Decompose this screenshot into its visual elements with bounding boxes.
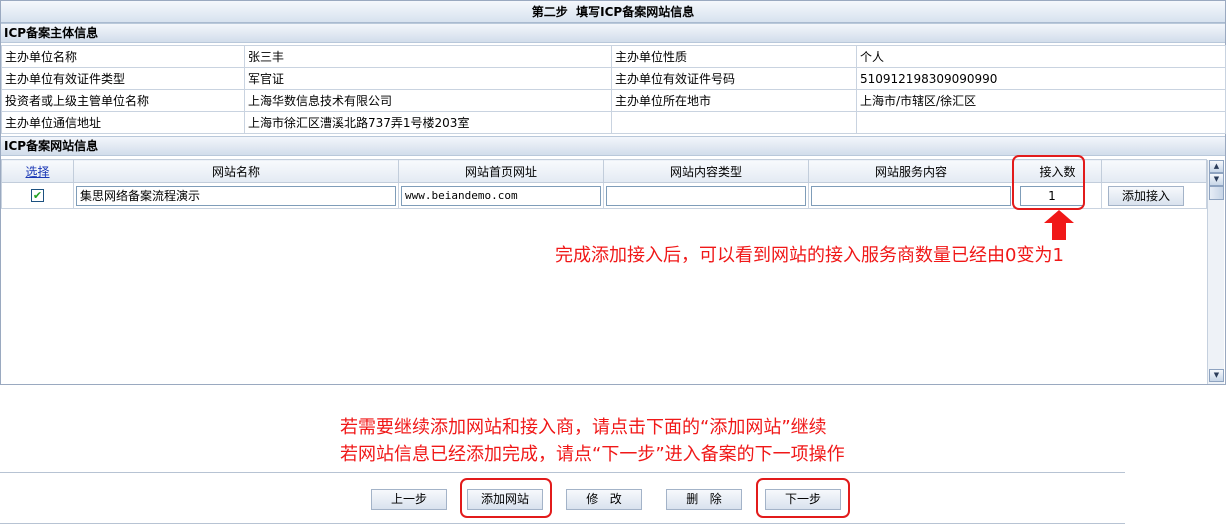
subject-value: 510912198309090990 — [856, 67, 1226, 90]
content-type-field[interactable] — [606, 185, 806, 206]
action-cell: 添加接入 — [1101, 182, 1207, 209]
subject-value: 个人 — [856, 45, 1226, 68]
service-cell — [808, 182, 1014, 209]
access-count-highlight — [1012, 155, 1085, 210]
scroll-down-small-icon[interactable]: ▼ — [1209, 173, 1224, 186]
subject-label — [611, 111, 857, 134]
subject-value: 军官证 — [244, 67, 612, 90]
site-list-scrollbar[interactable]: ▲ ▼ ▼ — [1207, 160, 1224, 384]
table-row: 主办单位名称 张三丰 主办单位性质 个人 — [1, 45, 1226, 68]
subject-label: 主办单位有效证件号码 — [611, 67, 857, 90]
continue-note-line2: 若网站信息已经添加完成，请点“下一步”进入备案的下一项操作 — [340, 444, 845, 465]
site-url-column-header: 网站首页网址 — [398, 159, 604, 183]
delete-button[interactable]: 删 除 — [666, 489, 742, 510]
content-type-cell — [603, 182, 809, 209]
up-arrow-icon — [1044, 210, 1074, 240]
access-note: 完成添加接入后，可以看到网站的接入服务商数量已经由0变为1 — [555, 245, 1064, 266]
table-row: 投资者或上级主管单位名称 上海华数信息技术有限公司 主办单位所在地市 上海市/市… — [1, 89, 1226, 112]
step-title: 第二步 填写ICP备案网站信息 — [1, 1, 1225, 23]
subject-value: 上海华数信息技术有限公司 — [244, 89, 612, 112]
site-name-field[interactable]: 集思网络备案流程演示 — [76, 185, 396, 206]
table-row: 主办单位通信地址 上海市徐汇区漕溪北路737弄1号楼203室 — [1, 111, 1226, 134]
select-cell: ✔ — [1, 182, 74, 209]
subject-value: 张三丰 — [244, 45, 612, 68]
next-step-highlight — [756, 478, 850, 518]
subject-value: 上海市徐汇区漕溪北路737弄1号楼203室 — [244, 111, 612, 134]
site-url-field[interactable]: www.beiandemo.com — [401, 185, 601, 206]
subject-label: 主办单位性质 — [611, 45, 857, 68]
subject-label: 主办单位有效证件类型 — [1, 67, 245, 90]
add-site-highlight — [460, 478, 552, 518]
select-column-header[interactable]: 选择 — [1, 159, 74, 183]
select-all-link[interactable]: 选择 — [25, 165, 49, 179]
modify-button[interactable]: 修 改 — [566, 489, 642, 510]
content-type-column-header: 网站内容类型 — [603, 159, 809, 183]
service-column-header: 网站服务内容 — [808, 159, 1014, 183]
subject-section-header: ICP备案主体信息 — [1, 23, 1225, 43]
site-url-cell: www.beiandemo.com — [398, 182, 604, 209]
scroll-up-icon[interactable]: ▲ — [1209, 160, 1224, 173]
site-name-cell: 集思网络备案流程演示 — [73, 182, 399, 209]
table-row: 主办单位有效证件类型 军官证 主办单位有效证件号码 51091219830909… — [1, 67, 1226, 90]
site-section-header: ICP备案网站信息 — [1, 136, 1225, 156]
subject-value — [856, 111, 1226, 134]
scroll-down-icon[interactable]: ▼ — [1209, 369, 1224, 382]
prev-step-button[interactable]: 上一步 — [371, 489, 447, 510]
action-column-header — [1101, 159, 1207, 183]
subject-label: 主办单位所在地市 — [611, 89, 857, 112]
scroll-thumb[interactable] — [1209, 186, 1224, 200]
site-name-column-header: 网站名称 — [73, 159, 399, 183]
continue-note-line1: 若需要继续添加网站和接入商，请点击下面的“添加网站”继续 — [340, 417, 827, 438]
subject-label: 主办单位通信地址 — [1, 111, 245, 134]
subject-label: 投资者或上级主管单位名称 — [1, 89, 245, 112]
subject-label: 主办单位名称 — [1, 45, 245, 68]
add-access-button[interactable]: 添加接入 — [1108, 185, 1184, 206]
row-checkbox[interactable]: ✔ — [31, 189, 44, 202]
subject-info-table: 主办单位名称 张三丰 主办单位性质 个人 主办单位有效证件类型 军官证 主办单位… — [1, 45, 1226, 134]
service-field[interactable] — [811, 185, 1011, 206]
subject-value: 上海市/市辖区/徐汇区 — [856, 89, 1226, 112]
action-bar: 上一步 添加网站 修 改 删 除 下一步 — [0, 472, 1125, 524]
